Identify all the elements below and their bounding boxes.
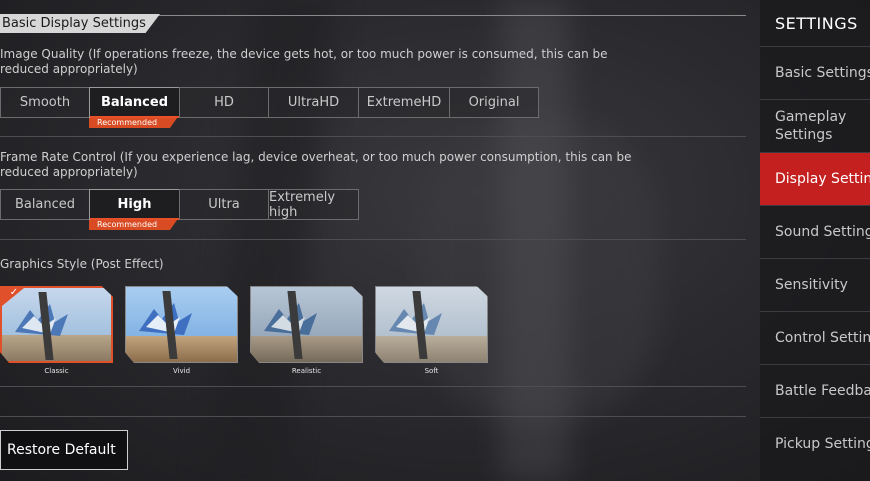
image-quality-label: Image Quality (If operations freeze, the… bbox=[0, 47, 608, 76]
sidebar-title: SETTINGS bbox=[775, 13, 858, 33]
quality-option-smooth[interactable]: Smooth bbox=[0, 87, 90, 118]
style-option-soft[interactable]: Soft bbox=[375, 286, 488, 375]
section-divider bbox=[0, 386, 746, 387]
frame-rate-recommended-badge: Recommended bbox=[89, 220, 177, 230]
quality-option-balanced[interactable]: Balanced bbox=[89, 87, 180, 118]
section-divider bbox=[0, 239, 746, 240]
quality-option-ultrahd[interactable]: UltraHD bbox=[268, 87, 359, 118]
sidebar-item-basic-settings[interactable]: Basic Settings bbox=[760, 46, 870, 99]
section-divider bbox=[0, 136, 746, 137]
graphics-style-options: ✓ Classic Vivid Realistic Soft bbox=[0, 286, 500, 375]
quality-recommended-badge: Recommended bbox=[89, 118, 177, 128]
header-divider bbox=[130, 15, 746, 16]
style-option-realistic[interactable]: Realistic bbox=[250, 286, 363, 375]
quality-option-hd[interactable]: HD bbox=[179, 87, 269, 118]
frame-rate-option-balanced[interactable]: Balanced bbox=[0, 189, 90, 220]
frame-rate-option-ultra[interactable]: Ultra bbox=[179, 189, 269, 220]
frame-rate-option-high[interactable]: High bbox=[89, 189, 180, 220]
style-thumbnail-vivid[interactable] bbox=[125, 286, 238, 363]
sidebar-item-pickup-settings[interactable]: Pickup Settings bbox=[760, 417, 870, 470]
settings-sidebar: SETTINGS ✕ Basic Settings Gameplay Setti… bbox=[760, 0, 870, 481]
sidebar-item-gameplay-settings[interactable]: Gameplay Settings bbox=[760, 99, 870, 152]
sidebar-item-control-settings[interactable]: Control Settings bbox=[760, 311, 870, 364]
frame-rate-label: Frame Rate Control (If you experience la… bbox=[0, 150, 632, 179]
quality-option-original[interactable]: Original bbox=[449, 87, 539, 118]
style-caption-classic: Classic bbox=[44, 367, 69, 375]
sidebar-item-sound-settings[interactable]: Sound Settings bbox=[760, 205, 870, 258]
style-thumbnail-realistic[interactable] bbox=[250, 286, 363, 363]
style-thumbnail-classic[interactable]: ✓ bbox=[0, 286, 113, 363]
style-option-classic[interactable]: ✓ Classic bbox=[0, 286, 113, 375]
style-caption-vivid: Vivid bbox=[172, 367, 191, 375]
display-settings-panel: Basic Display Settings Image Quality (If… bbox=[0, 0, 746, 481]
sidebar-item-sensitivity[interactable]: Sensitivity bbox=[760, 258, 870, 311]
restore-default-button[interactable]: Restore Default bbox=[0, 430, 128, 470]
frame-rate-options: Balanced High Ultra Extremely high bbox=[0, 189, 359, 220]
style-option-vivid[interactable]: Vivid bbox=[125, 286, 238, 375]
sidebar-header: SETTINGS ✕ bbox=[760, 0, 870, 46]
image-quality-options: Smooth Balanced HD UltraHD ExtremeHD Ori… bbox=[0, 87, 539, 118]
frame-rate-option-extremely-high[interactable]: Extremely high bbox=[268, 189, 359, 220]
style-thumbnail-soft[interactable] bbox=[375, 286, 488, 363]
section-title: Basic Display Settings bbox=[0, 14, 160, 33]
sidebar-item-battle-feedback[interactable]: Battle Feedback bbox=[760, 364, 870, 417]
quality-option-extremehd[interactable]: ExtremeHD bbox=[358, 87, 450, 118]
section-divider bbox=[0, 416, 746, 417]
style-caption-realistic: Realistic bbox=[291, 367, 322, 375]
sidebar-item-display-settings[interactable]: Display Settings bbox=[760, 152, 870, 205]
style-caption-soft: Soft bbox=[424, 367, 439, 375]
graphics-style-label: Graphics Style (Post Effect) bbox=[0, 257, 164, 271]
